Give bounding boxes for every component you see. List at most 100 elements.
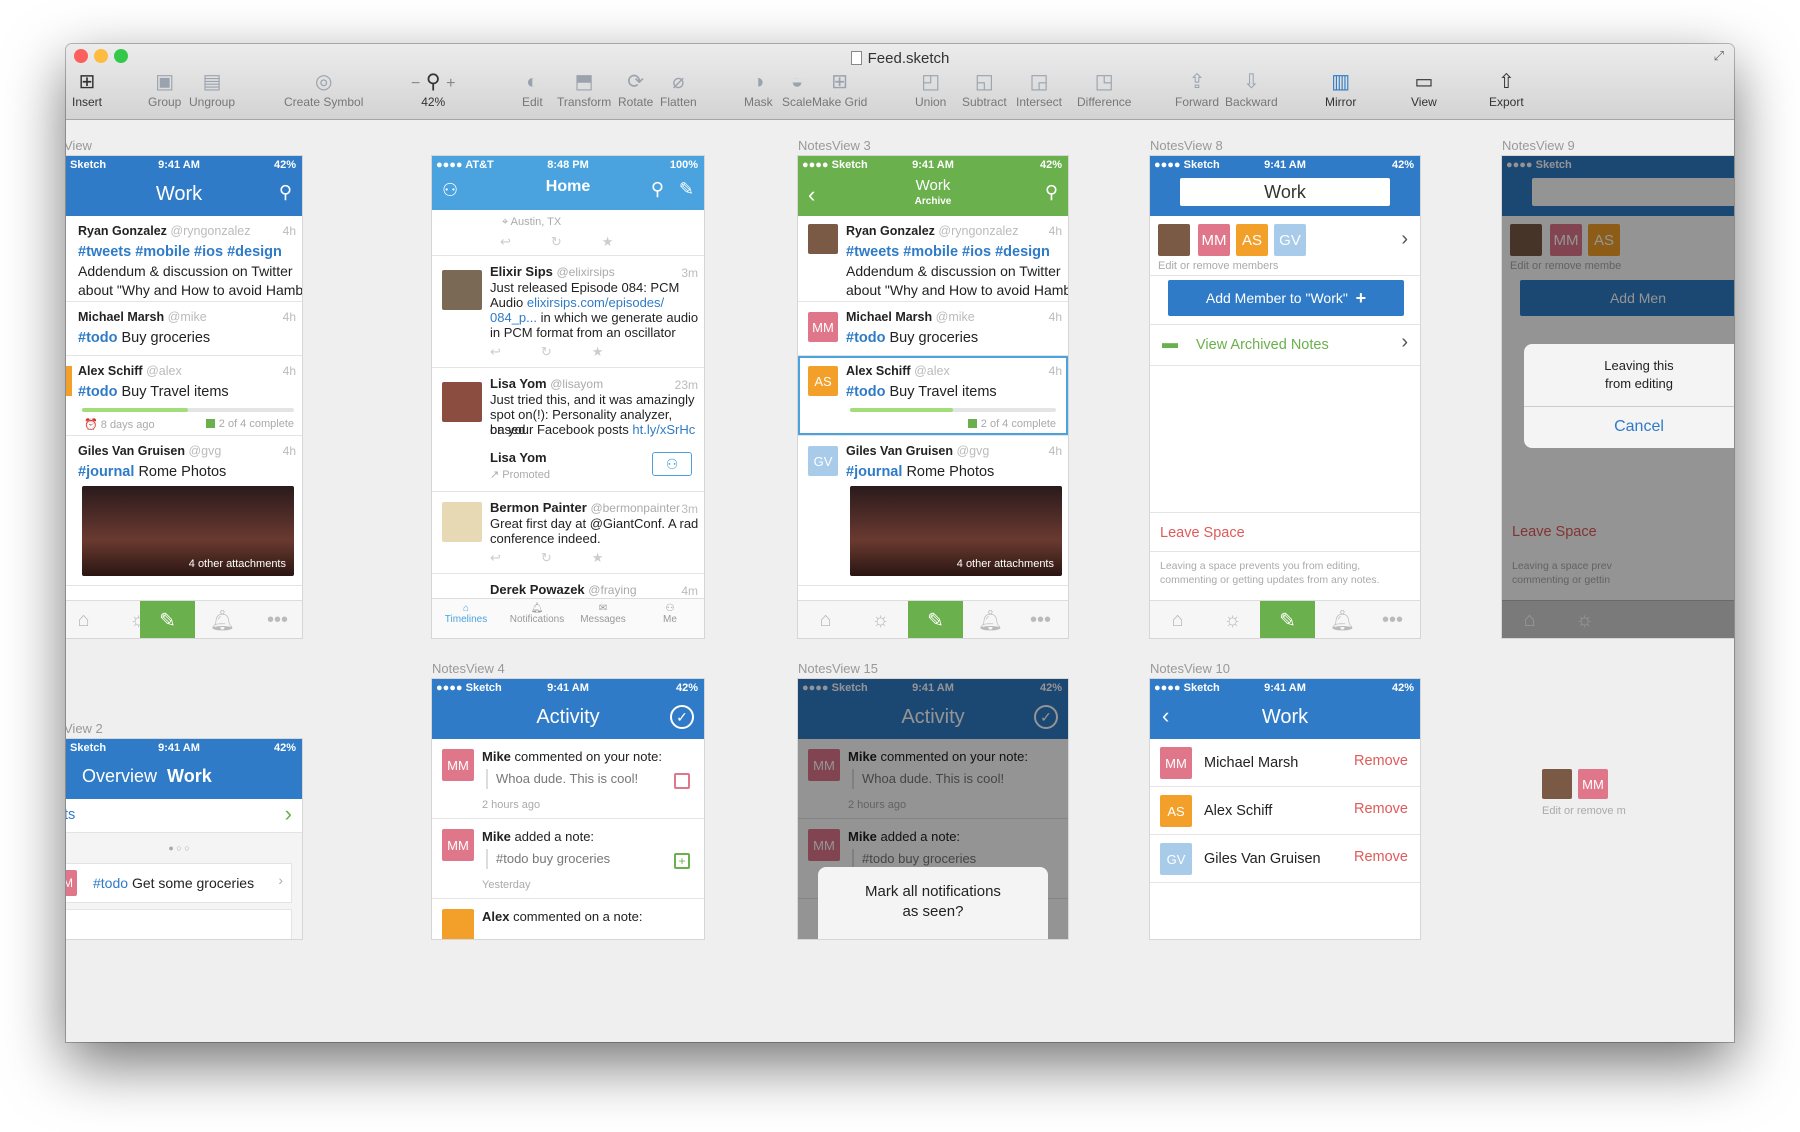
sun-icon[interactable]: ☼ [853, 601, 908, 638]
tweet[interactable]: ⌖ Austin, TX ↩↻★ [432, 210, 704, 256]
list-item[interactable]: Ryan Gonzalez @ryngonzalez 4h #tweets #m… [66, 216, 302, 302]
leave-space-row[interactable]: Leave Space [1150, 512, 1420, 552]
activity-item[interactable]: Alex commented on a note: [432, 899, 704, 939]
remove-button[interactable]: Remove [1354, 753, 1408, 769]
rotate-button[interactable]: ⟳ Rotate [618, 70, 653, 109]
tab-timelines[interactable]: ⌂ Timelines [438, 603, 494, 625]
add-member-button[interactable]: Add Member to "Work" + [1168, 280, 1404, 316]
zoom-control[interactable]: − ⚲ +42% [411, 70, 455, 109]
tab-messages[interactable]: ✉ Messages [572, 603, 634, 625]
artboard-label[interactable]: NotesView 8 [1150, 138, 1223, 153]
compose-icon[interactable]: ✎ [140, 601, 195, 638]
view-archived-row[interactable]: ▬ View Archived Notes › [1150, 324, 1420, 366]
more-icon[interactable]: ••• [1013, 601, 1068, 638]
backward-button[interactable]: ⇩ Backward [1225, 70, 1278, 109]
home-icon[interactable]: ⌂ [798, 601, 853, 638]
artboard-leave-alert[interactable]: ●●●● Sketch MM AS Edit or remove membe A… [1502, 156, 1734, 638]
create-symbol-button[interactable]: ◎ Create Symbol [284, 70, 363, 109]
artboard-label[interactable]: NotesView 4 [432, 661, 505, 676]
member-row[interactable]: MM Michael Marsh Remove [1150, 739, 1420, 787]
avatar[interactable] [442, 382, 482, 422]
compose-icon[interactable]: ✎ [908, 601, 963, 638]
photo-attachment[interactable]: 4 other attachments [82, 486, 294, 576]
artboard-label[interactable]: NotesView 10 [1150, 661, 1230, 676]
forward-button[interactable]: ⇪ Forward [1175, 70, 1219, 109]
bell-icon[interactable]: 🔔︎ [195, 601, 250, 638]
artboard-space-settings[interactable]: ●●●● Sketch 9:41 AM 42% Work MM AS GV › Ed… [1150, 156, 1420, 638]
make-grid-button[interactable]: ⊞ Make Grid [812, 70, 867, 109]
flatten-button[interactable]: ⌀ Flatten [660, 70, 697, 109]
bell-icon[interactable]: 🔔︎ [963, 601, 1018, 638]
remove-button[interactable]: Remove [1354, 801, 1408, 817]
artboard-label[interactable]: View 2 [66, 721, 103, 736]
union-button[interactable]: ◰ Union [915, 70, 946, 109]
activity-item[interactable]: MM Mike commented on your note: Whoa dud… [432, 739, 704, 819]
todo-card[interactable]: MM #todo Get some groceries › [66, 863, 292, 903]
home-icon[interactable]: ⌂ [66, 601, 111, 638]
home-icon[interactable]: ⌂ [1502, 601, 1557, 638]
mark-read-icon[interactable]: ✓ [670, 705, 694, 729]
follow-button[interactable]: ⚇ [652, 452, 692, 476]
tag-search-icon[interactable]: ⚲ [1045, 182, 1058, 203]
compose-icon[interactable]: ✎ [679, 179, 694, 200]
artboard-archive[interactable]: ●●●● Sketch 9:41 AM 42% ‹ Work Archive ⚲ R… [798, 156, 1068, 638]
list-item[interactable]: Ryan Gonzalez @ryngonzalez 4h #tweets #m… [798, 216, 1068, 302]
artboard-twitter-home[interactable]: ●●●● AT&T 8:48 PM 100% ⚇ Home ⚲ ✎ ⌖ Austin… [432, 156, 704, 638]
member-row[interactable]: GV Giles Van Gruisen Remove [1150, 835, 1420, 883]
view-button[interactable]: ▭ View [1411, 70, 1437, 109]
artboard-overview[interactable]: Sketch 9:41 AM 42% Overview Work ts › ● ○ … [66, 739, 302, 939]
more-icon[interactable]: ••• [250, 601, 302, 638]
avatar[interactable] [442, 502, 482, 542]
home-icon[interactable]: ⌂ [1150, 601, 1205, 638]
tab-notifications[interactable]: 🔔︎ Notifications [502, 603, 572, 625]
tweet[interactable]: Elixir Sips @elixirsips 3m Just released… [432, 256, 704, 368]
group-button[interactable]: ▣ Group [148, 70, 181, 109]
list-item[interactable]: GV Giles Van Gruisen @gvg 4h #journal Ro… [798, 436, 1068, 586]
list-item-selected[interactable]: AS Alex Schiff @alex 4h #todo Buy Travel… [798, 356, 1068, 436]
artboard-label[interactable]: NotesView 15 [798, 661, 878, 676]
tweet-actions[interactable]: ↩↻★ [490, 344, 643, 360]
member-row[interactable]: AS Alex Schiff Remove [1150, 787, 1420, 835]
fullscreen-icon[interactable]: ⤢ [1714, 48, 1724, 64]
ungroup-button[interactable]: ▤ Ungroup [189, 70, 235, 109]
list-item[interactable]: Alex Schiff @alex 4h #todo Buy Travel it… [66, 356, 302, 436]
cancel-button[interactable]: Cancel [1524, 406, 1734, 448]
artboard-work[interactable]: Sketch 9:41 AM 42% Work ⚲ Ryan Gonzalez @r… [66, 156, 302, 638]
artboard-label[interactable]: NotesView 3 [798, 138, 871, 153]
page-dots[interactable]: ● ○ ○ [66, 843, 302, 853]
artboard-label[interactable]: NotesView 9 [1502, 138, 1575, 153]
members-row[interactable]: MM AS GV › Edit or remove members [1150, 216, 1420, 276]
list-item[interactable]: ts › [66, 799, 302, 833]
intersect-button[interactable]: ◲ Intersect [1016, 70, 1062, 109]
tab-me[interactable]: ⚇ Me [642, 603, 698, 625]
scale-button[interactable]: ◒ Scale [782, 70, 812, 109]
edit-button[interactable]: ◐ Edit [522, 70, 543, 109]
list-item[interactable]: Giles Van Gruisen @gvg 4h #journal Rome … [66, 436, 302, 586]
list-item[interactable]: MM Michael Marsh @mike 4h #todo Buy groc… [798, 302, 1068, 356]
export-button[interactable]: ⇧ Export [1489, 70, 1524, 109]
avatar[interactable] [442, 270, 482, 310]
tweet-actions[interactable]: ↩↻★ [500, 234, 653, 250]
tweet[interactable]: Lisa Yom @lisayom 23m Just tried this, a… [432, 368, 704, 492]
subtract-button[interactable]: ◱ Subtract [962, 70, 1007, 109]
mask-button[interactable]: ◑ Mask [744, 70, 773, 109]
list-item[interactable]: Michael Marsh @mike 4h #todo Buy groceri… [66, 302, 302, 356]
artboard-activity-sheet[interactable]: ●●●● Sketch 9:41 AM 42% Activity ✓ MM Mike… [798, 679, 1068, 939]
search-icon[interactable]: ⚲ [651, 179, 664, 200]
insert-button[interactable]: ⊞ Insert [72, 70, 102, 109]
mirror-button[interactable]: ▥ Mirror [1325, 70, 1356, 109]
tweet[interactable]: Derek Powazek @fraying 4m [432, 574, 704, 598]
activity-item[interactable]: MM Mike added a note: #todo buy grocerie… [432, 819, 704, 899]
space-name-field[interactable]: Work [1180, 178, 1390, 206]
sun-icon[interactable]: ☼ [1205, 601, 1260, 638]
bell-icon[interactable]: 🔔︎ [1315, 601, 1370, 638]
sun-icon[interactable]: ☼ [1557, 601, 1612, 638]
more-icon[interactable]: ••• [1365, 601, 1420, 638]
artboard-label[interactable]: View [66, 138, 92, 153]
photo-attachment[interactable]: 4 other attachments [850, 486, 1062, 576]
tag-search-icon[interactable]: ⚲ [279, 182, 292, 203]
tweet-actions[interactable]: ↩↻★ [490, 550, 643, 566]
artboard-members[interactable]: ●●●● Sketch 9:41 AM 42% ‹ Work MM Michael … [1150, 679, 1420, 939]
remove-button[interactable]: Remove [1354, 849, 1408, 865]
difference-button[interactable]: ◳ Difference [1077, 70, 1131, 109]
